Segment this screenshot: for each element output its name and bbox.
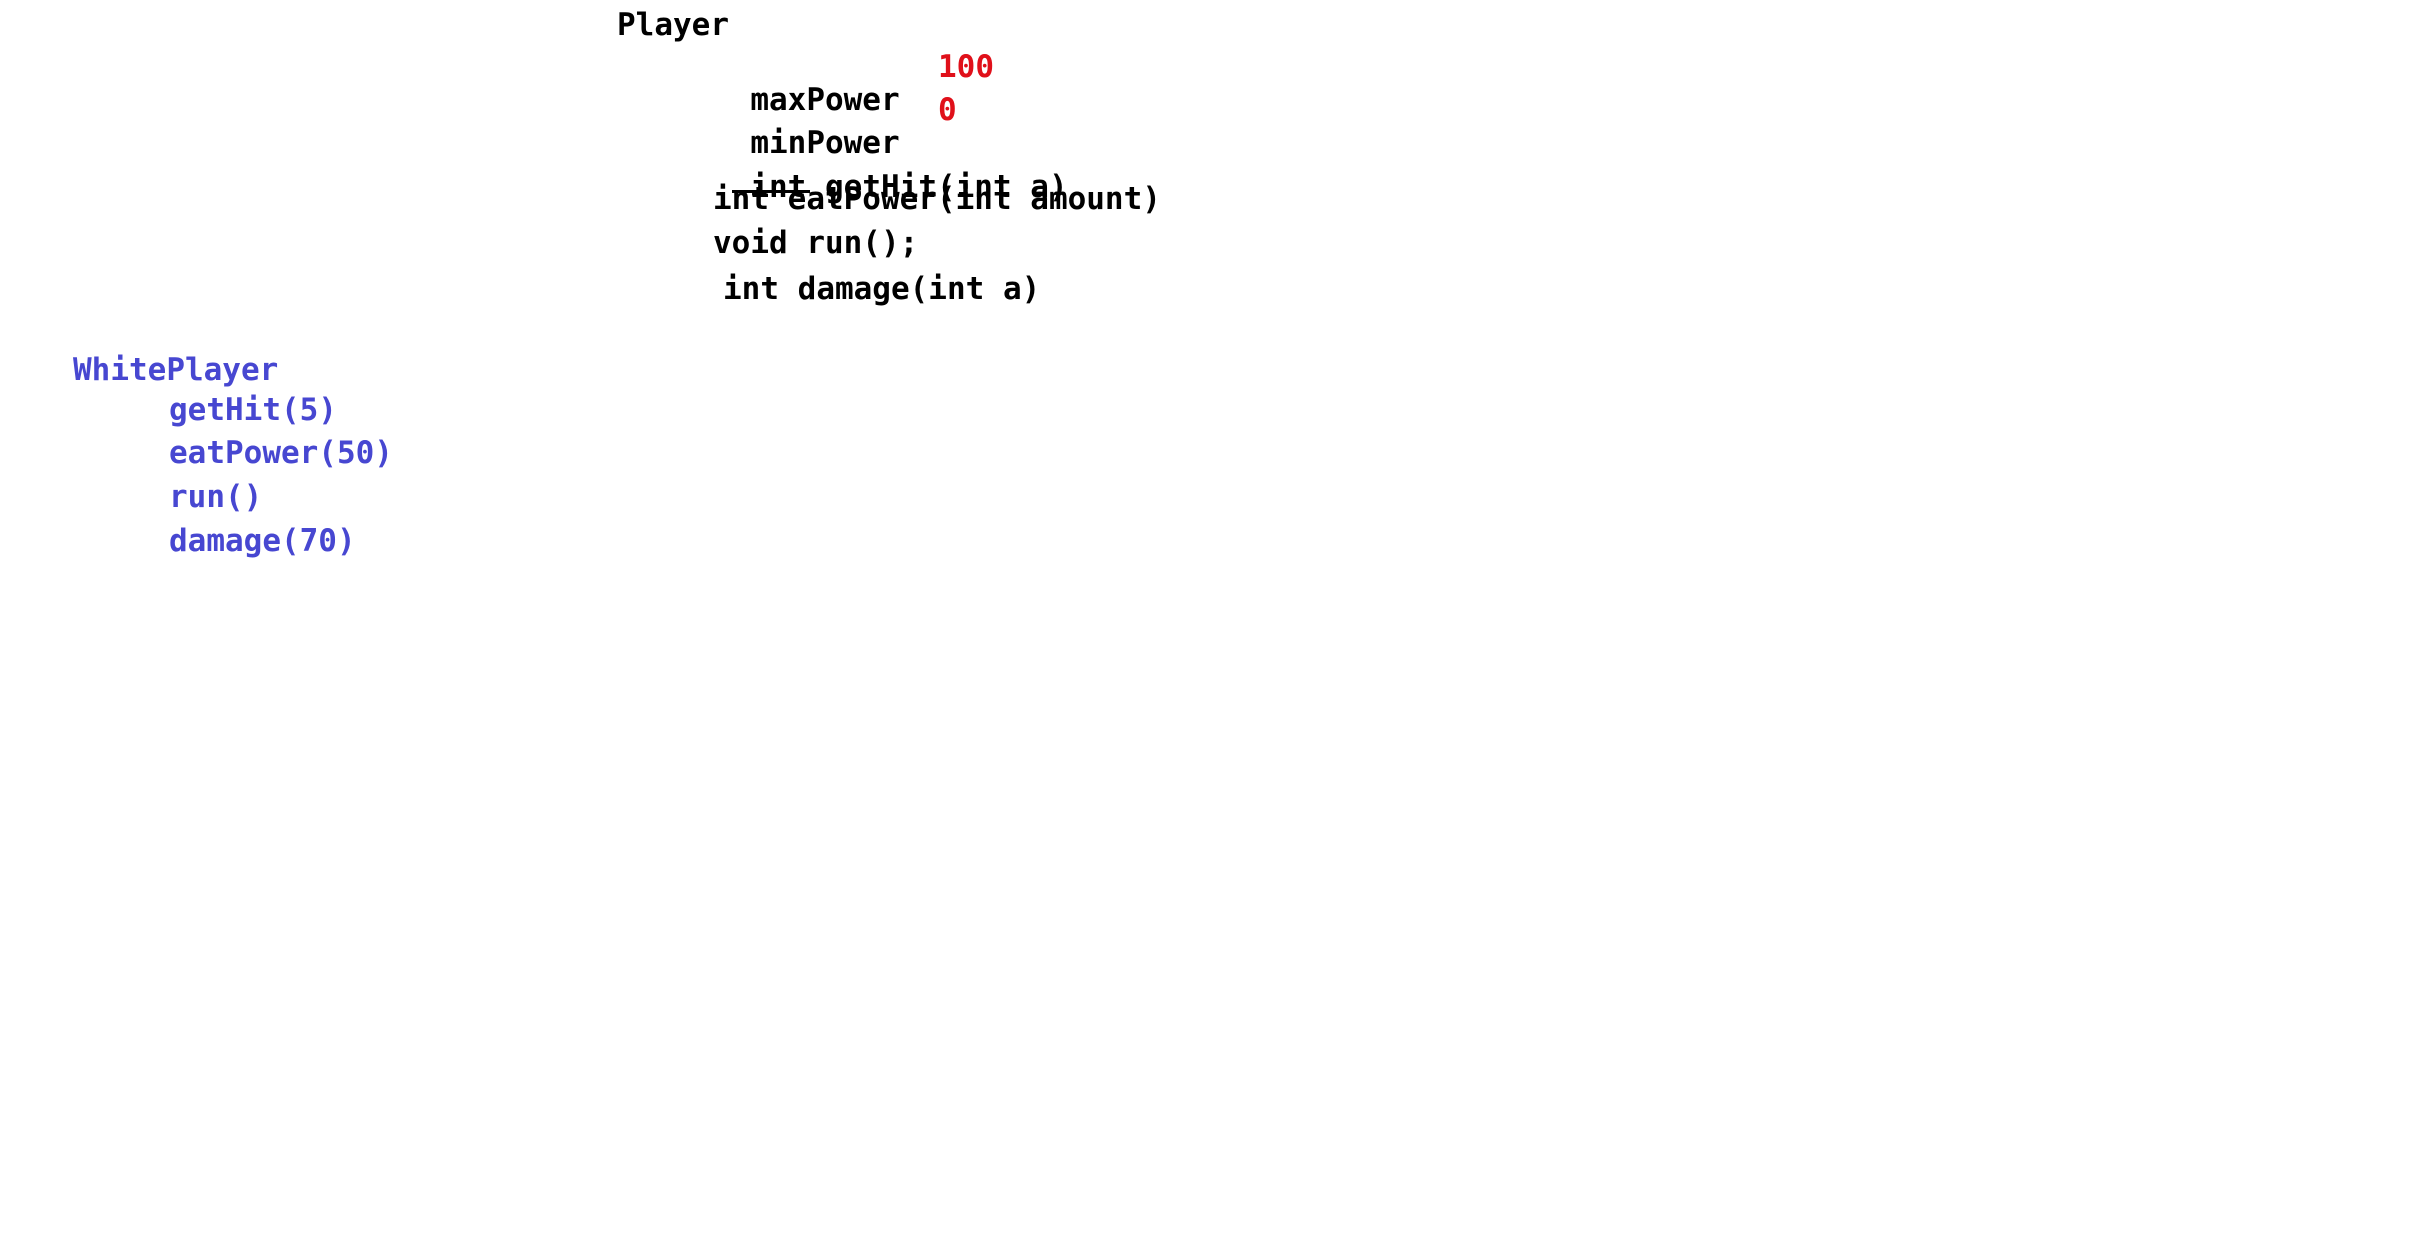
method-eatpower: int eatPower(int amount) [713, 181, 1161, 217]
whiteplayer-class-title: WhitePlayer [73, 352, 279, 388]
call-gethit: getHit(5) [169, 392, 337, 428]
method-run: void run(); [713, 225, 919, 261]
field-minpower-value: 0 [938, 92, 957, 128]
call-eatpower: eatPower(50) [169, 435, 393, 471]
field-maxpower-value: 100 [938, 49, 994, 85]
call-damage: damage(70) [169, 523, 356, 559]
player-class-title: Player [617, 7, 729, 43]
call-run: run() [169, 479, 263, 515]
method-damage: int damage(int a) [723, 271, 1041, 307]
